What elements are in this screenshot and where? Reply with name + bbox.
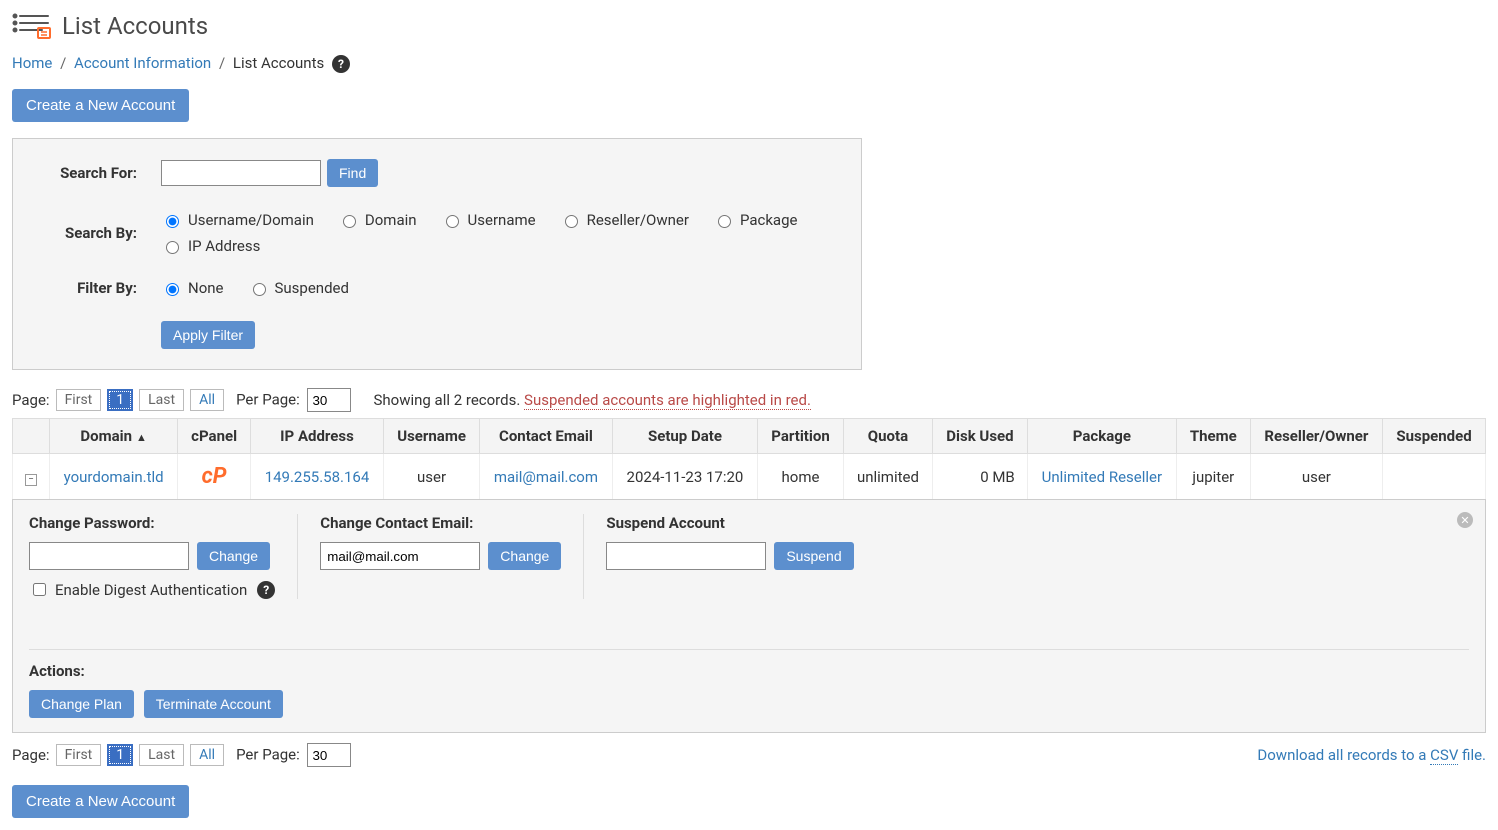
col-username[interactable]: Username: [383, 419, 479, 454]
radio-reseller-owner[interactable]: [565, 215, 578, 228]
radio-suspended[interactable]: [253, 283, 266, 296]
radio-username-domain[interactable]: [166, 215, 179, 228]
pager-bottom: Page: First 1 Last All Per Page:: [12, 743, 351, 767]
page-label-bottom: Page:: [12, 746, 50, 764]
cell-setup: 2024-11-23 17:20: [612, 454, 758, 500]
cell-owner: user: [1250, 454, 1382, 500]
expanded-row-panel: ✕ Change Password: Change Enable Digest …: [12, 499, 1486, 733]
actions-section: Actions: Change Plan Terminate Account: [29, 649, 1469, 718]
digest-help-icon[interactable]: ?: [257, 581, 275, 599]
pager-last-bottom[interactable]: Last: [139, 744, 184, 766]
col-package[interactable]: Package: [1027, 419, 1176, 454]
table-row: − yourdomain.tld cP 149.255.58.164 user …: [13, 454, 1486, 500]
cpanel-icon[interactable]: cP: [202, 464, 227, 489]
help-icon[interactable]: ?: [332, 55, 350, 73]
col-setup[interactable]: Setup Date: [612, 419, 758, 454]
cell-partition: home: [758, 454, 844, 500]
radio-ip[interactable]: [166, 241, 179, 254]
cell-email[interactable]: mail@mail.com: [494, 468, 598, 486]
change-email-button[interactable]: Change: [488, 542, 561, 570]
table-header-row: Domain▲ cPanel IP Address Username Conta…: [13, 419, 1486, 454]
col-theme[interactable]: Theme: [1176, 419, 1250, 454]
search-by-label: Search By:: [31, 224, 161, 242]
create-account-button[interactable]: Create a New Account: [12, 89, 189, 122]
change-password-section: Change Password: Change Enable Digest Au…: [29, 514, 298, 599]
breadcrumb-current: List Accounts: [233, 54, 324, 72]
radio-domain[interactable]: [343, 215, 356, 228]
suspend-reason-input[interactable]: [606, 542, 766, 570]
per-page-input[interactable]: [307, 388, 351, 412]
list-accounts-icon: [12, 12, 52, 40]
change-password-label: Change Password:: [29, 514, 275, 532]
search-input[interactable]: [161, 160, 321, 186]
pager-current-bottom[interactable]: 1: [107, 744, 133, 766]
cell-ip[interactable]: 149.255.58.164: [265, 468, 370, 486]
col-disk[interactable]: Disk Used: [933, 419, 1028, 454]
pager-current[interactable]: 1: [107, 389, 133, 411]
find-button[interactable]: Find: [327, 159, 378, 187]
filter-panel: Search For: Find Search By: Username/Dom…: [12, 138, 862, 370]
pager-first-bottom[interactable]: First: [56, 744, 102, 766]
cell-suspended: [1383, 454, 1486, 500]
cell-package[interactable]: Unlimited Reseller: [1042, 468, 1162, 486]
col-owner[interactable]: Reseller/Owner: [1250, 419, 1382, 454]
col-suspended[interactable]: Suspended: [1383, 419, 1486, 454]
suspend-button[interactable]: Suspend: [774, 542, 853, 570]
suspend-section: Suspend Account Suspend: [606, 514, 875, 599]
per-page-input-bottom[interactable]: [307, 743, 351, 767]
change-email-label: Change Contact Email:: [320, 514, 561, 532]
page-title: List Accounts: [62, 12, 208, 40]
col-quota[interactable]: Quota: [843, 419, 932, 454]
cell-domain[interactable]: yourdomain.tld: [64, 468, 164, 486]
filter-by-label: Filter By:: [31, 279, 161, 297]
collapse-icon[interactable]: −: [25, 474, 37, 486]
search-for-label: Search For:: [31, 164, 161, 182]
col-ip[interactable]: IP Address: [251, 419, 384, 454]
cell-theme: jupiter: [1176, 454, 1250, 500]
pager-all[interactable]: All: [190, 389, 224, 411]
suspended-note: Suspended accounts are highlighted in re…: [524, 391, 811, 410]
pager-first[interactable]: First: [56, 389, 102, 411]
change-plan-button[interactable]: Change Plan: [29, 690, 134, 718]
pager-last[interactable]: Last: [139, 389, 184, 411]
email-input[interactable]: [320, 542, 480, 570]
create-account-button-bottom[interactable]: Create a New Account: [12, 785, 189, 818]
terminate-button[interactable]: Terminate Account: [144, 690, 283, 718]
digest-checkbox[interactable]: [33, 583, 46, 596]
breadcrumb-account-info[interactable]: Account Information: [74, 54, 211, 72]
radio-username[interactable]: [446, 215, 459, 228]
suspend-label: Suspend Account: [606, 514, 853, 532]
cell-username: user: [383, 454, 479, 500]
per-page-label: Per Page:: [236, 391, 300, 409]
radio-package[interactable]: [718, 215, 731, 228]
close-icon[interactable]: ✕: [1457, 512, 1473, 528]
showing-text: Showing all 2 records.: [373, 391, 520, 409]
pager-all-bottom[interactable]: All: [190, 744, 224, 766]
password-input[interactable]: [29, 542, 189, 570]
cell-disk: 0 MB: [933, 454, 1028, 500]
accounts-table: Domain▲ cPanel IP Address Username Conta…: [12, 418, 1486, 500]
actions-label: Actions:: [29, 662, 1469, 680]
apply-filter-button[interactable]: Apply Filter: [161, 321, 255, 349]
breadcrumb: Home / Account Information / List Accoun…: [12, 54, 1486, 73]
cell-quota: unlimited: [843, 454, 932, 500]
page-header: List Accounts: [12, 12, 1486, 40]
page-label: Page:: [12, 391, 50, 409]
change-email-section: Change Contact Email: Change: [320, 514, 584, 599]
radio-none[interactable]: [166, 283, 179, 296]
per-page-label-bottom: Per Page:: [236, 746, 300, 764]
col-email[interactable]: Contact Email: [480, 419, 613, 454]
col-partition[interactable]: Partition: [758, 419, 844, 454]
download-csv-link[interactable]: Download all records to a CSV file.: [1257, 746, 1486, 764]
pager-top: Page: First 1 Last All Per Page: Showing…: [12, 388, 1486, 412]
change-password-button[interactable]: Change: [197, 542, 270, 570]
digest-label: Enable Digest Authentication: [55, 581, 247, 599]
col-domain[interactable]: Domain▲: [50, 419, 178, 454]
col-cpanel[interactable]: cPanel: [178, 419, 251, 454]
breadcrumb-home[interactable]: Home: [12, 54, 52, 72]
